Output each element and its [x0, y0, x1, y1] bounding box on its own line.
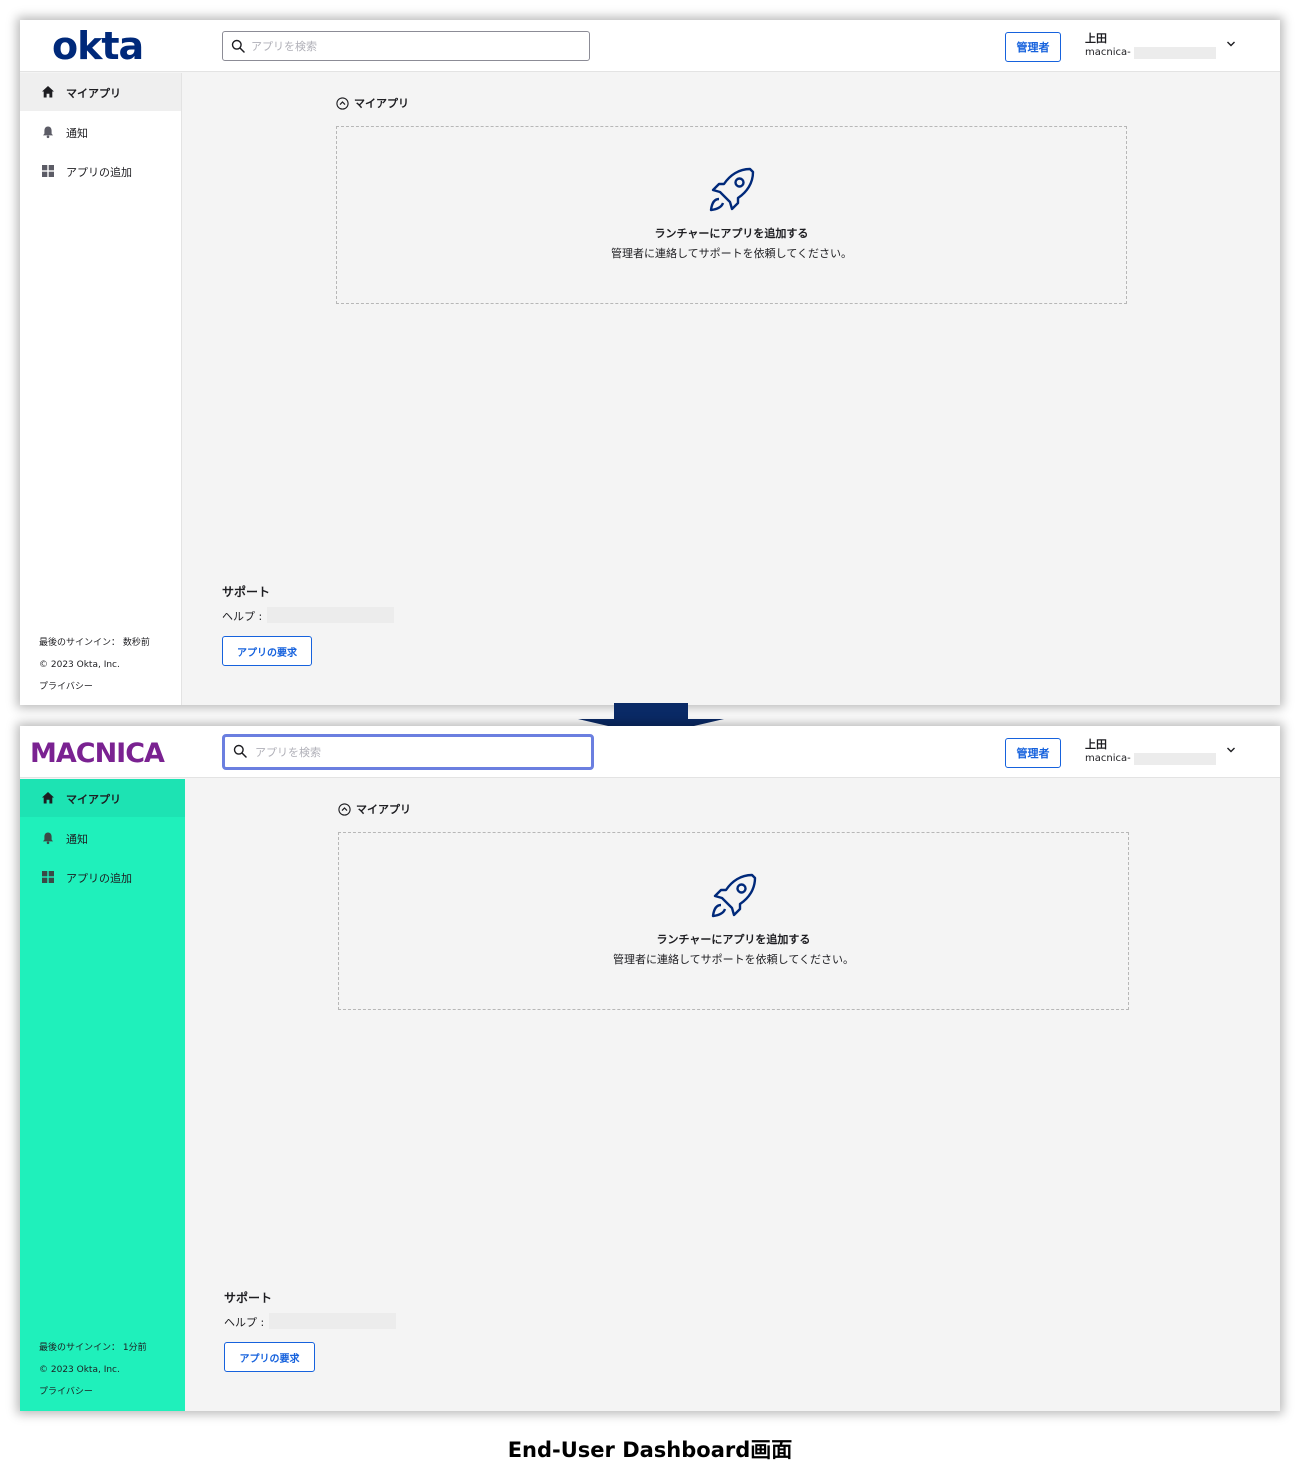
sidebar-item-label: マイアプリ [66, 793, 121, 806]
sidebar-footer: 最後のサインイン： 1分前 © 2023 Okta, Inc. プライバシー [39, 1337, 179, 1403]
empty-state-title: ランチャーにアプリを追加する [656, 933, 811, 946]
bell-icon [43, 832, 53, 845]
sidebar-item-add-apps[interactable]: アプリの追加 [20, 152, 181, 190]
okta-dashboard-screenshot: okta 管理者 上田 macnica- マイアプリ [20, 20, 1280, 705]
user-name: 上田 [1085, 738, 1107, 751]
search-input[interactable] [255, 738, 585, 766]
grid-icon [42, 165, 54, 177]
user-name: 上田 [1085, 32, 1107, 45]
home-icon [42, 86, 54, 98]
chevron-up-circle-icon [336, 96, 349, 110]
redacted-help-link [269, 1313, 396, 1329]
admin-button[interactable]: 管理者 [1005, 738, 1061, 768]
search-icon [233, 744, 247, 758]
sidebar-item-label: アプリの追加 [66, 872, 132, 885]
empty-apps-dropzone: ランチャーにアプリを追加する 管理者に連絡してサポートを依頼してください。 [338, 832, 1129, 1010]
search-icon [231, 39, 245, 53]
sidebar: マイアプリ 通知 アプリの追加 最後のサインイン： 1分前 © 2023 Okt… [20, 779, 185, 1411]
logo-area[interactable]: MACNICA [20, 726, 182, 778]
redacted-help-link [267, 607, 394, 623]
chevron-down-icon[interactable] [1225, 38, 1237, 50]
last-signin-text: 最後のサインイン： 1分前 [39, 1343, 147, 1353]
figure-caption: End-User Dashboard画面 [507, 1438, 793, 1462]
user-menu[interactable]: 上田 macnica- [1085, 30, 1245, 64]
help-label: ヘルプ : [224, 1316, 265, 1329]
sidebar-item-notifications[interactable]: 通知 [20, 113, 181, 151]
sidebar-item-label: 通知 [66, 833, 88, 846]
my-apps-section-toggle[interactable]: マイアプリ [336, 94, 409, 112]
privacy-link[interactable]: プライバシー [39, 1381, 179, 1403]
sidebar: マイアプリ 通知 アプリの追加 最後のサインイン： 数秒前 © 2023 Okt… [20, 73, 182, 705]
empty-apps-dropzone: ランチャーにアプリを追加する 管理者に連絡してサポートを依頼してください。 [336, 126, 1127, 304]
copyright-text: © 2023 Okta, Inc. [39, 1365, 120, 1375]
macnica-logo[interactable]: MACNICA [30, 736, 165, 772]
sidebar-item-label: アプリの追加 [66, 166, 132, 179]
sidebar-item-my-apps[interactable]: マイアプリ [20, 779, 185, 817]
empty-state-subtitle: 管理者に連絡してサポートを依頼してください。 [610, 247, 852, 260]
request-app-button[interactable]: アプリの要求 [224, 1342, 315, 1372]
redacted-org-suffix [1134, 753, 1216, 765]
user-org: macnica- [1085, 753, 1131, 764]
empty-state-subtitle: 管理者に連絡してサポートを依頼してください。 [612, 953, 854, 966]
macnica-dashboard-screenshot: MACNICA 管理者 上田 macnica- マイアプリ [20, 726, 1280, 1411]
section-title: マイアプリ [354, 97, 409, 110]
user-menu[interactable]: 上田 macnica- [1085, 736, 1245, 770]
rocket-icon [709, 167, 755, 212]
search-box[interactable] [222, 31, 590, 61]
top-bar: MACNICA 管理者 上田 macnica- [20, 726, 1280, 778]
sidebar-item-my-apps[interactable]: マイアプリ [20, 73, 181, 111]
support-title: サポート [222, 585, 271, 599]
chevron-up-circle-icon [338, 802, 351, 816]
bell-icon [43, 126, 53, 139]
sidebar-item-notifications[interactable]: 通知 [20, 819, 185, 857]
search-box[interactable] [222, 734, 594, 770]
request-app-button[interactable]: アプリの要求 [222, 636, 312, 666]
logo-area[interactable]: okta [20, 20, 182, 72]
last-signin-text: 最後のサインイン： 数秒前 [39, 638, 150, 648]
okta-logo[interactable]: okta [52, 24, 144, 68]
top-bar: okta 管理者 上田 macnica- [20, 20, 1280, 72]
admin-button[interactable]: 管理者 [1005, 32, 1061, 62]
help-label: ヘルプ : [222, 610, 263, 623]
section-title: マイアプリ [356, 803, 411, 816]
sidebar-footer: 最後のサインイン： 数秒前 © 2023 Okta, Inc. プライバシー [39, 632, 179, 698]
redacted-org-suffix [1134, 47, 1216, 59]
user-org: macnica- [1085, 47, 1131, 58]
chevron-down-icon[interactable] [1225, 744, 1237, 756]
sidebar-item-label: マイアプリ [66, 87, 121, 100]
my-apps-section-toggle[interactable]: マイアプリ [338, 800, 411, 818]
support-title: サポート [224, 1291, 273, 1305]
search-input[interactable] [251, 32, 581, 60]
copyright-text: © 2023 Okta, Inc. [39, 660, 120, 670]
sidebar-item-add-apps[interactable]: アプリの追加 [20, 858, 185, 896]
home-icon [42, 792, 54, 804]
grid-icon [42, 871, 54, 883]
privacy-link[interactable]: プライバシー [39, 676, 179, 698]
empty-state-title: ランチャーにアプリを追加する [654, 227, 809, 240]
sidebar-item-label: 通知 [66, 127, 88, 140]
rocket-icon [711, 873, 757, 918]
